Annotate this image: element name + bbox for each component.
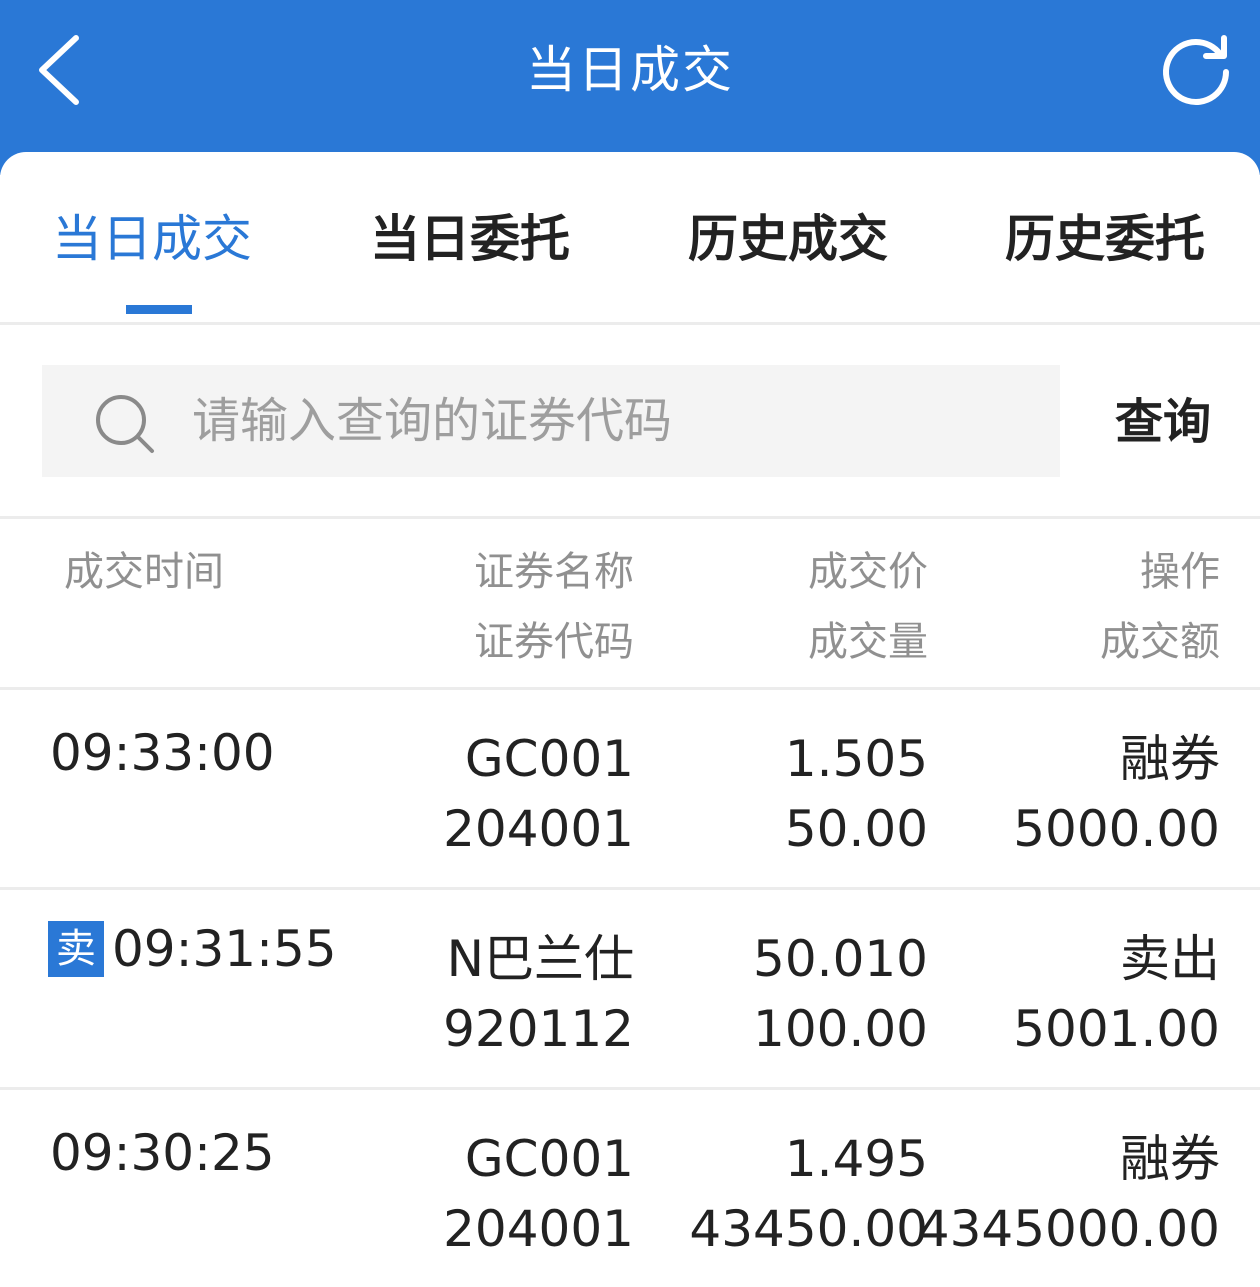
trade-time: 09:31:55 — [112, 920, 337, 978]
tab-history-orders[interactable]: 历史委托 — [1005, 207, 1205, 271]
trade-price: 1.505 — [784, 730, 928, 788]
search-icon — [96, 395, 154, 453]
trade-amount: 4345000.00 — [917, 1200, 1220, 1258]
trade-operation: 融券 — [1120, 1130, 1220, 1188]
page-title: 当日成交 — [526, 41, 734, 99]
tab-bar: 当日成交 当日委托 历史成交 历史委托 — [0, 152, 1260, 325]
tab-history-trades[interactable]: 历史成交 — [688, 207, 888, 271]
tab-today-orders[interactable]: 当日委托 — [370, 207, 570, 271]
table-header: 成交时间 证券名称 证券代码 成交价 成交量 操作 成交额 — [0, 519, 1260, 690]
security-name: GC001 — [464, 730, 634, 788]
security-code: 204001 — [443, 800, 634, 858]
trade-price: 1.495 — [784, 1130, 928, 1188]
col-trade-price: 成交价 — [808, 549, 928, 595]
security-code: 204001 — [443, 1200, 634, 1258]
sell-badge: 卖 — [48, 920, 104, 977]
trade-volume: 50.00 — [784, 800, 928, 858]
col-security-code: 证券代码 — [474, 619, 634, 665]
table-row[interactable]: 09:30:25 GC001 204001 1.495 43450.00 融券 … — [0, 1090, 1260, 1287]
trade-time: 09:30:25 — [50, 1124, 275, 1182]
refresh-button[interactable] — [1158, 32, 1234, 108]
active-tab-indicator — [126, 305, 192, 314]
security-name: GC001 — [464, 1130, 634, 1188]
content-sheet: 当日成交 当日委托 历史成交 历史委托 查询 成交时间 证券名称 证券代码 成交… — [0, 152, 1260, 1274]
table-row[interactable]: 卖 09:31:55 N巴兰仕 920112 50.010 100.00 卖出 5… — [0, 890, 1260, 1090]
refresh-icon — [1163, 35, 1229, 105]
trade-time-wrapper: 卖 09:31:55 — [48, 914, 337, 984]
trade-time: 09:33:00 — [50, 724, 275, 782]
col-operation: 操作 — [1140, 549, 1220, 595]
table-row[interactable]: 09:33:00 GC001 204001 1.505 50.00 融券 500… — [0, 690, 1260, 890]
col-trade-time: 成交时间 — [64, 549, 224, 595]
col-trade-volume: 成交量 — [808, 619, 928, 665]
col-security-name: 证券名称 — [474, 549, 634, 595]
search-box — [42, 365, 1060, 477]
trade-volume: 43450.00 — [689, 1200, 928, 1258]
trade-price: 50.010 — [753, 930, 928, 988]
trade-amount: 5000.00 — [1013, 800, 1220, 858]
tab-today-trades[interactable]: 当日成交 — [52, 207, 252, 271]
security-name: N巴兰仕 — [446, 930, 634, 988]
trade-operation: 卖出 — [1120, 930, 1220, 988]
col-trade-amount: 成交额 — [1100, 619, 1220, 665]
query-button[interactable]: 查询 — [1115, 390, 1211, 454]
search-input[interactable] — [192, 365, 1042, 477]
trade-amount: 5001.00 — [1013, 1000, 1220, 1058]
trade-list: 09:33:00 GC001 204001 1.505 50.00 融券 500… — [0, 690, 1260, 1287]
trade-volume: 100.00 — [753, 1000, 928, 1058]
top-bar: 当日成交 — [0, 0, 1260, 175]
security-code: 920112 — [443, 1000, 634, 1058]
trade-operation: 融券 — [1120, 730, 1220, 788]
